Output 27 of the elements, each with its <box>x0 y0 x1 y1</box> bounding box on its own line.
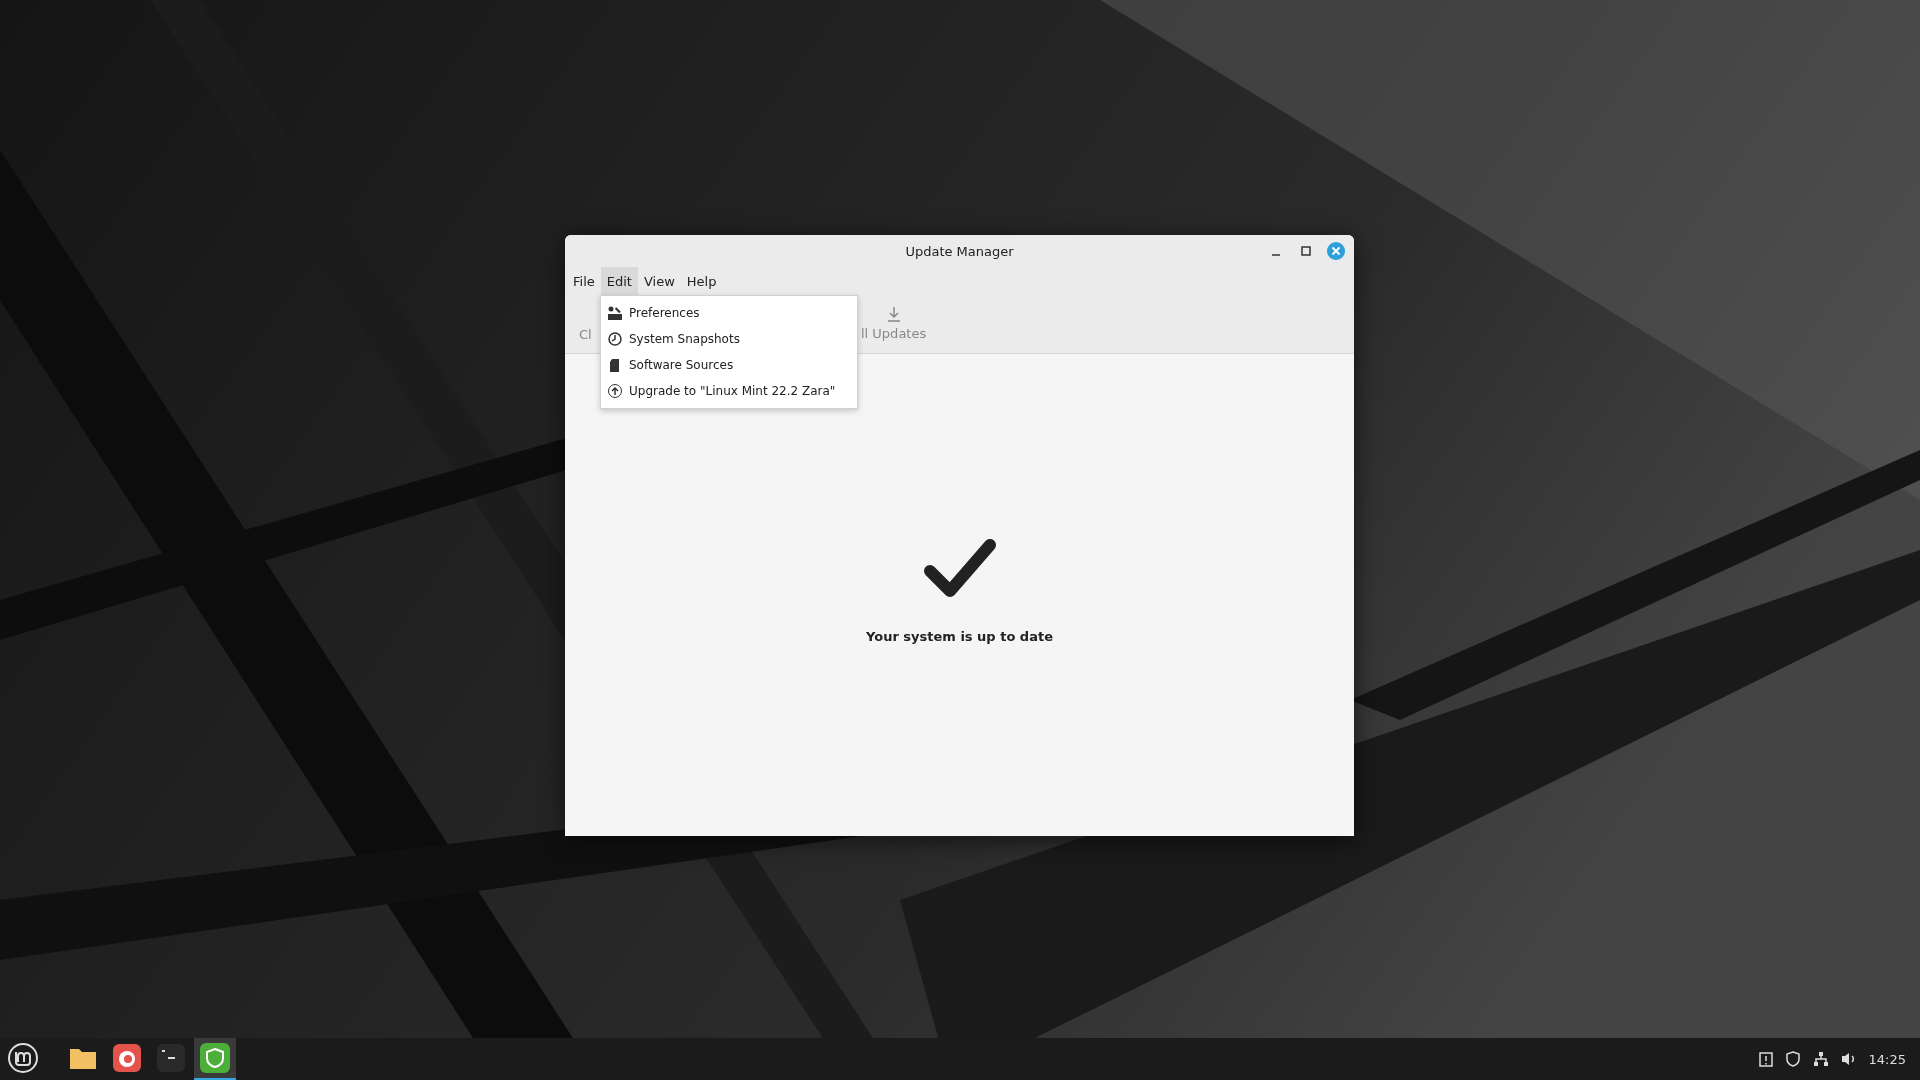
menu-item[interactable]: File <box>567 267 601 296</box>
volume-icon[interactable] <box>1840 1051 1857 1067</box>
upgrade-icon <box>607 383 623 399</box>
taskbar-app[interactable] <box>194 1038 236 1080</box>
menu-entry[interactable]: Software Sources <box>601 352 857 378</box>
status-message: Your system is up to date <box>866 628 1053 644</box>
clock[interactable]: 14:25 <box>1868 1051 1906 1067</box>
menu-item[interactable]: View <box>637 267 681 296</box>
tools-icon <box>607 305 623 321</box>
shield-icon[interactable] <box>1784 1051 1801 1067</box>
download-icon[interactable] <box>886 306 901 322</box>
close-button[interactable] <box>1326 241 1346 261</box>
maximize-icon <box>1301 246 1311 256</box>
browser-icon[interactable] <box>113 1044 141 1072</box>
menu-entry[interactable]: Preferences <box>601 300 857 326</box>
menu-entry[interactable]: System Snapshots <box>601 326 857 352</box>
shield-icon[interactable] <box>200 1043 230 1073</box>
menu-entry[interactable]: Upgrade to "Linux Mint 22.2 Zara" <box>601 378 857 404</box>
window-title: Update Manager <box>905 243 1014 259</box>
menu-item[interactable]: Edit <box>600 267 638 296</box>
folder-icon[interactable] <box>69 1046 97 1070</box>
network-icon[interactable] <box>1812 1051 1829 1067</box>
clipboard-icon[interactable] <box>1758 1051 1773 1067</box>
clock-icon <box>607 331 623 347</box>
terminal-icon[interactable] <box>157 1044 185 1072</box>
menu-item[interactable]: Help <box>680 267 723 296</box>
minimize-icon <box>1272 254 1280 256</box>
